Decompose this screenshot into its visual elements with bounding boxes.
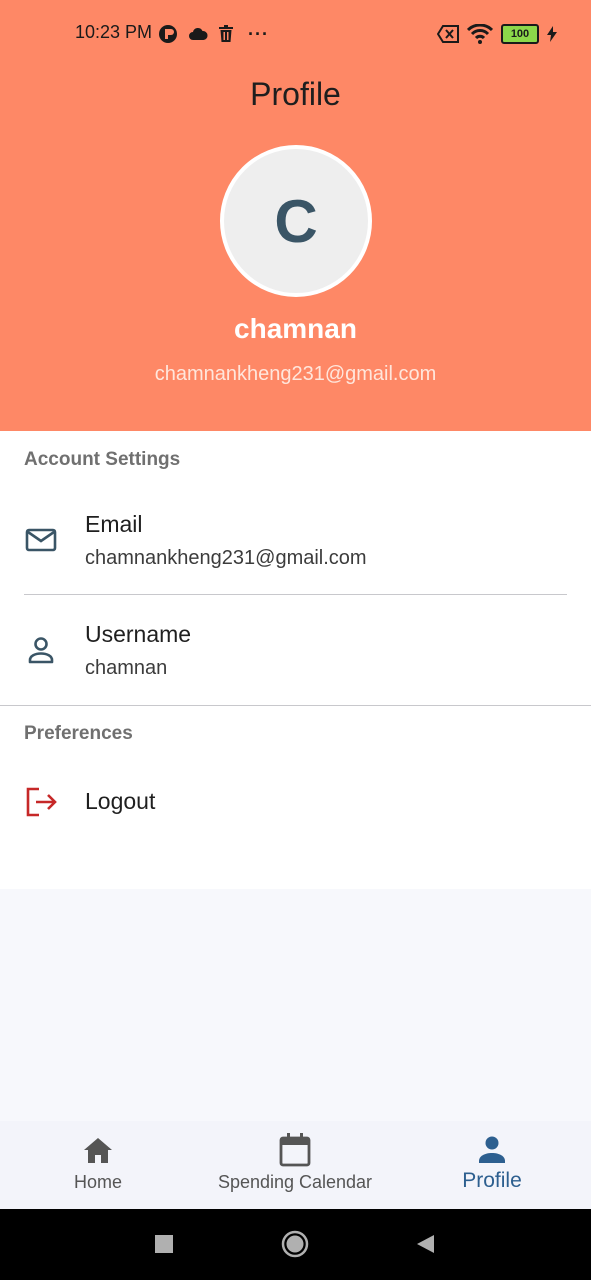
status-more: ··· [248,23,269,44]
section-divider [0,705,591,706]
home-icon [84,1138,112,1163]
person-icon [479,1136,505,1163]
back-button[interactable] [414,1233,436,1255]
person-outline-icon [28,637,54,664]
calendar-icon [279,1133,311,1167]
username-value: chamnan [85,657,168,679]
recents-button[interactable] [155,1235,173,1253]
status-time: 10:23 PM [75,22,153,42]
account-settings-heading: Account Settings [24,449,181,470]
nav-spending-calendar[interactable]: Spending Calendar [195,1121,395,1210]
logout-row[interactable]: Logout [0,766,591,838]
battery-icon: 100 [501,24,539,44]
avatar[interactable]: C [220,145,372,297]
profile-header: 10:23 PM ··· 100 Profile C chamnan chamn… [0,0,591,431]
logout-icon [26,787,57,817]
wifi-icon [467,24,493,44]
nav-profile-label: Profile [462,1169,522,1192]
battery-level: 100 [510,28,530,40]
divider [24,594,567,595]
home-circle-icon [281,1230,309,1258]
no-sim-icon [437,25,459,43]
mail-icon [25,528,57,552]
email-label: Email [85,511,143,537]
bottom-nav: Home Spending Calendar Profile [0,1121,591,1210]
status-bar: 10:23 PM ··· 100 [0,0,591,68]
logout-label: Logout [85,788,156,814]
settings-card: Account Settings Email chamnankheng231@g… [0,431,591,889]
profile-email: chamnankheng231@gmail.com [154,363,437,385]
cloud-icon [189,27,208,40]
home-button[interactable] [281,1230,309,1258]
pause-app-icon [159,25,177,43]
charging-icon [547,26,557,42]
nav-home-label: Home [73,1172,122,1192]
nav-profile[interactable]: Profile [442,1121,542,1210]
page-title: Profile [250,76,341,112]
back-triangle-icon [417,1235,434,1253]
avatar-letter: C [274,187,318,255]
trash-icon [219,25,233,42]
email-value: chamnankheng231@gmail.com [85,547,367,569]
email-row[interactable]: Email chamnankheng231@gmail.com [0,491,591,595]
system-nav-bar [0,1209,591,1280]
nav-spending-calendar-label: Spending Calendar [217,1172,373,1192]
nav-home[interactable]: Home [48,1121,148,1210]
profile-name: chamnan [234,313,357,344]
username-row[interactable]: Username chamnan [0,601,591,705]
preferences-heading: Preferences [24,723,133,744]
username-label: Username [85,621,192,647]
